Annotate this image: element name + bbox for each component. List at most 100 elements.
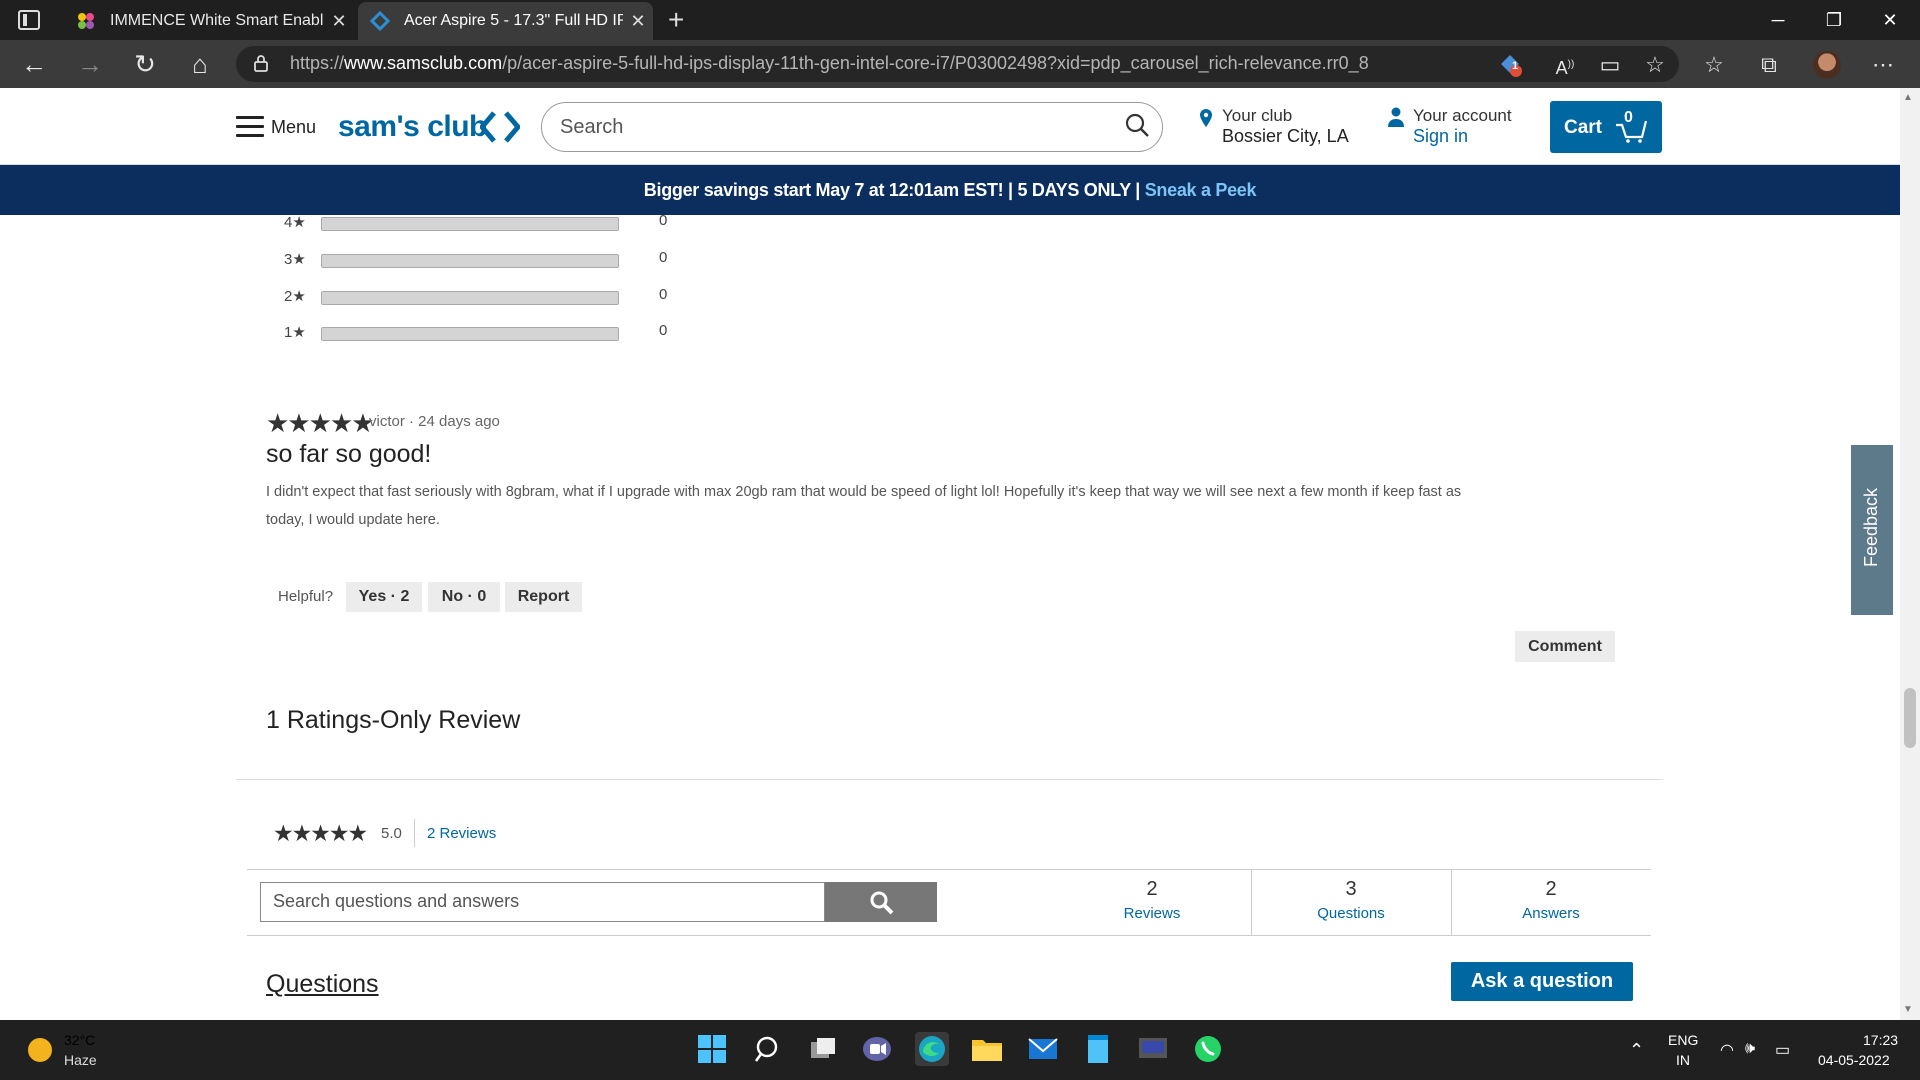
qa-box-border <box>247 869 1651 870</box>
club-location[interactable]: Bossier City, LA <box>1222 126 1349 147</box>
weather-sun-icon[interactable] <box>28 1038 52 1062</box>
comment-button[interactable]: Comment <box>1515 631 1615 662</box>
stat-label[interactable]: Questions <box>1252 905 1450 922</box>
search-icon[interactable] <box>1124 112 1150 138</box>
screen: IMMENCE White Smart Enabled ✕ Acer Aspir… <box>0 0 1920 1080</box>
read-aloud-icon[interactable]: A)) <box>1552 52 1578 78</box>
notification-badge: 1 <box>1512 60 1519 72</box>
collections-icon[interactable]: ⧉ <box>1756 52 1782 78</box>
tracking-prevention-icon[interactable] <box>1497 52 1523 78</box>
language-indicator[interactable]: ENG <box>1668 1032 1698 1048</box>
samsclub-diamond-logo-icon[interactable] <box>480 110 520 144</box>
search-placeholder: Search <box>560 116 624 138</box>
page-scrollbar[interactable] <box>1900 88 1920 1020</box>
rating-row-4[interactable]: 4★ 0 <box>284 212 684 233</box>
stat-label[interactable]: Answers <box>1452 905 1650 922</box>
favorites-icon[interactable]: ☆ <box>1701 52 1727 78</box>
lock-icon[interactable] <box>254 54 268 72</box>
site-search-input[interactable] <box>541 102 1163 152</box>
more-options-icon[interactable]: ⋯ <box>1870 52 1896 78</box>
back-icon[interactable]: ← <box>16 50 52 78</box>
review-author-date: victor · 24 days ago <box>369 413 500 430</box>
sign-in-link[interactable]: Sign in <box>1413 126 1468 147</box>
mail-icon[interactable] <box>1026 1032 1060 1066</box>
feedback-tab[interactable]: Feedback <box>1851 445 1893 615</box>
menu-label[interactable]: Menu <box>271 117 316 138</box>
region-indicator[interactable]: IN <box>1676 1052 1690 1068</box>
clock-date[interactable]: 04-05-2022 <box>1818 1052 1890 1068</box>
immersive-reader-icon[interactable]: ▭ <box>1597 52 1623 78</box>
qa-search-button[interactable] <box>825 882 937 922</box>
clock-time[interactable]: 17:23 <box>1863 1032 1898 1048</box>
close-window-icon[interactable]: ✕ <box>1862 0 1918 40</box>
rating-row-3[interactable]: 3★ 0 <box>284 249 684 270</box>
scroll-up-arrow-icon[interactable]: ▲ <box>1903 92 1913 103</box>
questions-stat[interactable]: 3 Questions <box>1252 876 1450 932</box>
taskbar-search-icon[interactable] <box>751 1032 785 1066</box>
qa-separator <box>414 819 415 847</box>
wifi-icon[interactable]: ◠ <box>1720 1040 1734 1060</box>
qa-box-border <box>247 935 1651 936</box>
answers-stat[interactable]: 2 Answers <box>1452 876 1650 932</box>
remote-app-icon[interactable] <box>1136 1032 1170 1066</box>
new-tab-icon[interactable]: + <box>668 4 684 36</box>
rating-label: 1★ <box>284 324 306 341</box>
promo-link[interactable]: Sneak a Peek <box>1145 180 1257 200</box>
windows-start-icon[interactable] <box>695 1032 729 1066</box>
rating-row-1[interactable]: 1★ 0 <box>284 322 684 343</box>
tab-acer-aspire[interactable]: Acer Aspire 5 - 17.3" Full HD IPS ✕ <box>358 2 653 40</box>
restore-icon[interactable]: ❐ <box>1806 0 1862 40</box>
reviews-stat[interactable]: 2 Reviews <box>1053 876 1251 932</box>
your-account-label[interactable]: Your account <box>1413 106 1512 126</box>
stat-label[interactable]: Reviews <box>1053 905 1251 922</box>
report-button[interactable]: Report <box>505 582 582 612</box>
colorful-favicon-icon <box>78 13 94 29</box>
samsclub-favicon-icon <box>370 11 390 31</box>
tab-immence[interactable]: IMMENCE White Smart Enabled ✕ <box>64 2 354 40</box>
show-hidden-icons-icon[interactable]: ⌃ <box>1629 1040 1644 1061</box>
rating-bar <box>321 327 619 341</box>
helpful-yes-button[interactable]: Yes · 2 <box>346 582 422 612</box>
qa-star-rating: ★★★★★ <box>273 820 368 846</box>
volume-icon[interactable]: 🕪 <box>1745 1040 1755 1058</box>
minimize-icon[interactable]: ─ <box>1750 0 1806 40</box>
ask-question-button[interactable]: Ask a question <box>1451 962 1633 1001</box>
qa-reviews-link[interactable]: 2 Reviews <box>427 825 496 842</box>
hamburger-menu-icon[interactable] <box>236 116 264 138</box>
rating-row-2[interactable]: 2★ 0 <box>284 286 684 307</box>
task-view-icon[interactable] <box>806 1032 840 1066</box>
scrollbar-thumb[interactable] <box>1904 688 1916 748</box>
cart-button[interactable]: Cart 0 <box>1550 101 1662 153</box>
url-text[interactable]: https://www.samsclub.com/p/acer-aspire-5… <box>290 53 1369 74</box>
weather-temp[interactable]: 32°C <box>64 1032 95 1048</box>
edge-browser-icon[interactable] <box>915 1032 949 1066</box>
forward-icon[interactable]: → <box>72 50 108 78</box>
questions-heading[interactable]: Questions <box>266 970 379 999</box>
tab-title: Acer Aspire 5 - 17.3" Full HD IPS <box>404 12 623 29</box>
rating-count: 0 <box>659 249 668 266</box>
tab-actions-icon[interactable] <box>18 10 40 30</box>
account-person-icon <box>1388 107 1404 127</box>
cart-count: 0 <box>1624 109 1633 126</box>
feedback-label: Feedback <box>1861 487 1881 567</box>
notepad-icon[interactable] <box>1081 1032 1115 1066</box>
battery-icon[interactable]: ▭ <box>1775 1040 1790 1060</box>
samsclub-logo[interactable]: sam's club <box>338 110 487 144</box>
tab-close-icon[interactable]: ✕ <box>324 11 354 32</box>
refresh-icon[interactable]: ↻ <box>127 50 163 78</box>
teams-chat-icon[interactable] <box>860 1032 894 1066</box>
rating-bar <box>321 254 619 268</box>
home-icon[interactable]: ⌂ <box>182 50 218 78</box>
stat-number: 3 <box>1345 878 1357 900</box>
whatsapp-icon[interactable] <box>1191 1032 1225 1066</box>
scroll-down-arrow-icon[interactable]: ▼ <box>1903 1004 1913 1015</box>
weather-desc[interactable]: Haze <box>64 1052 97 1068</box>
helpful-no-button[interactable]: No · 0 <box>428 582 500 612</box>
file-explorer-icon[interactable] <box>970 1032 1004 1066</box>
promo-text: Bigger savings start May 7 at 12:01am ES… <box>643 180 1145 200</box>
add-favorite-icon[interactable]: ☆ <box>1642 52 1668 78</box>
rating-count: 0 <box>659 212 668 229</box>
your-club-label[interactable]: Your club <box>1222 106 1292 126</box>
profile-avatar[interactable] <box>1813 51 1841 79</box>
tab-close-icon[interactable]: ✕ <box>623 11 653 32</box>
